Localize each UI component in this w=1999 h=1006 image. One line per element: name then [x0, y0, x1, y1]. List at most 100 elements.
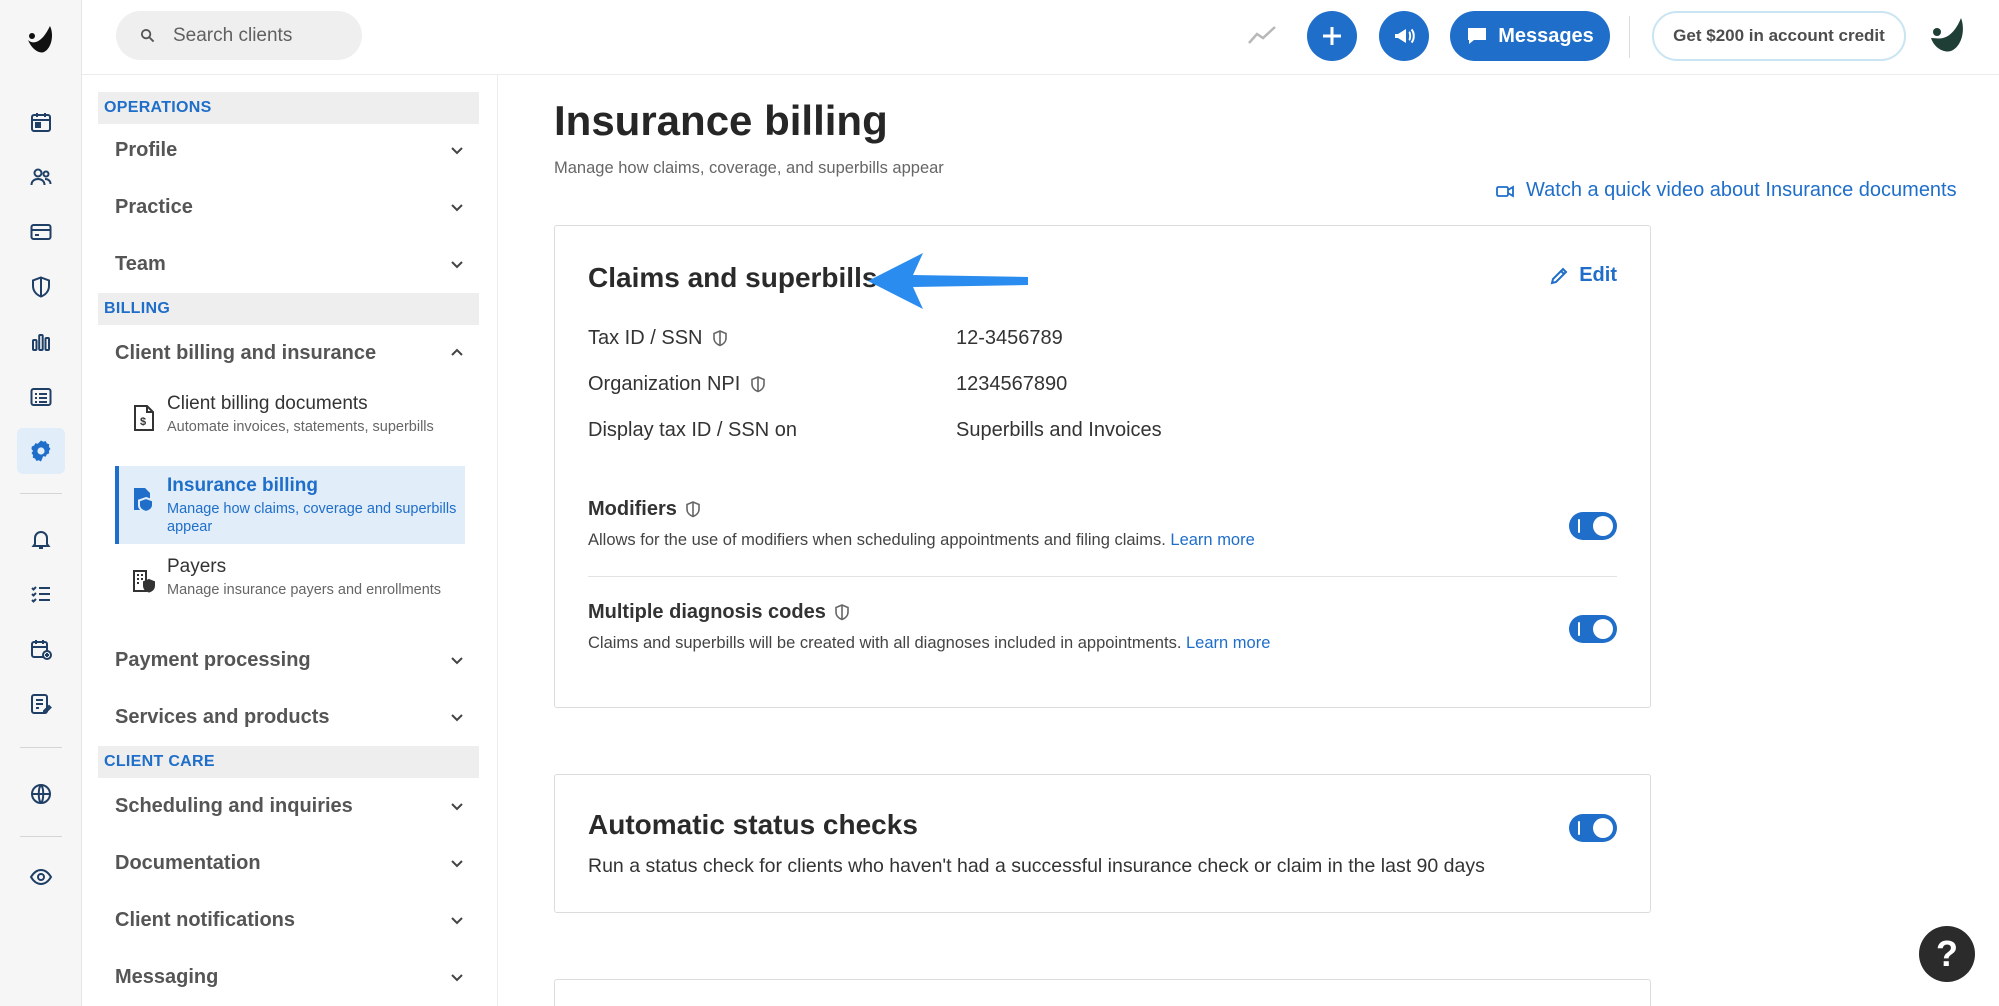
analytics-icon[interactable]: [17, 319, 65, 365]
card-description: Run a status check for clients who haven…: [588, 855, 1485, 877]
shield-icon: [686, 501, 700, 518]
chevron-down-icon: [451, 974, 463, 982]
edit-button[interactable]: Edit: [1549, 264, 1617, 287]
diagnosis-codes-toggle[interactable]: [1569, 615, 1617, 643]
row-label: Tax ID / SSN: [588, 327, 703, 349]
globe-icon[interactable]: [17, 771, 65, 817]
page-title: Insurance billing: [554, 97, 888, 144]
modifiers-toggle[interactable]: [1569, 512, 1617, 540]
shield-icon: [751, 376, 766, 393]
subitem-title: Client billing documents: [167, 393, 368, 414]
chevron-down-icon: [451, 204, 463, 212]
sidebar-item-profile[interactable]: Profile: [115, 130, 465, 170]
diagnosis-codes-title: Multiple diagnosis codes: [588, 601, 850, 624]
pencil-icon: [1550, 267, 1568, 284]
search-box[interactable]: [116, 11, 362, 60]
list-icon[interactable]: [17, 374, 65, 420]
sidebar-subitem-client-billing-documents[interactable]: $ Client billing documents Automate invo…: [115, 384, 465, 444]
section-header-operations: OPERATIONS: [98, 92, 479, 124]
next-settings-card: [554, 979, 1651, 1006]
sidebar-item-team[interactable]: Team: [115, 244, 465, 284]
card-title: Claims and superbills: [588, 262, 878, 293]
chevron-down-icon: [451, 803, 463, 811]
sidebar-item-services-products[interactable]: Services and products: [115, 697, 465, 737]
trend-icon[interactable]: [1244, 17, 1280, 53]
learn-more-link[interactable]: Learn more: [1170, 531, 1254, 549]
chevron-down-icon: [451, 657, 463, 665]
shield-icon: [713, 330, 728, 347]
chevron-down-icon: [451, 917, 463, 925]
chevron-down-icon: [451, 147, 463, 155]
invoice-document-icon: $: [134, 405, 154, 431]
avatar[interactable]: [1927, 16, 1969, 56]
account-credit-button[interactable]: Get $200 in account credit: [1652, 11, 1906, 61]
logo-icon[interactable]: [22, 22, 58, 58]
display-tax-id-label: Display tax ID / SSN on: [588, 419, 797, 442]
main-content: Insurance billing Manage how claims, cov…: [498, 75, 1999, 1006]
display-tax-id-value: Superbills and Invoices: [956, 419, 1162, 441]
search-input[interactable]: [173, 24, 343, 47]
messages-button[interactable]: Messages: [1450, 11, 1610, 61]
sidebar-subitem-insurance-billing[interactable]: Insurance billing Manage how claims, cov…: [115, 466, 465, 544]
chevron-down-icon: [451, 860, 463, 868]
sidebar-item-client-billing-insurance[interactable]: Client billing and insurance: [115, 333, 465, 373]
status-checks-toggle[interactable]: [1569, 814, 1617, 842]
modifiers-description: Allows for the use of modifiers when sch…: [588, 531, 1255, 550]
sidebar-item-payment-processing[interactable]: Payment processing: [115, 640, 465, 680]
shield-icon: [835, 604, 849, 621]
section-header-billing: BILLING: [98, 293, 479, 325]
announcements-button[interactable]: [1379, 11, 1429, 61]
option-desc: Allows for the use of modifiers when sch…: [588, 531, 1166, 549]
subitem-desc: Manage insurance payers and enrollments: [167, 582, 442, 598]
subitem-desc: Manage how claims, coverage and superbil…: [167, 501, 457, 535]
chevron-down-icon: [451, 261, 463, 269]
sidebar-item-label: Client notifications: [115, 908, 295, 931]
search-icon: [140, 28, 155, 43]
eye-icon[interactable]: [17, 854, 65, 900]
top-bar: Messages Get $200 in account credit: [82, 0, 1999, 75]
sidebar-item-label: Documentation: [115, 851, 261, 874]
video-link-label: Watch a quick video about Insurance docu…: [1526, 179, 1957, 201]
shield-icon[interactable]: [17, 264, 65, 310]
sidebar-item-label: Profile: [115, 138, 178, 161]
sidebar-item-scheduling-inquiries[interactable]: Scheduling and inquiries: [115, 786, 465, 826]
tasks-icon[interactable]: [17, 571, 65, 617]
calendar-icon[interactable]: [17, 99, 65, 145]
tax-id-label: Tax ID / SSN: [588, 327, 728, 350]
settings-gear-icon[interactable]: [17, 428, 65, 474]
page-subtitle: Manage how claims, coverage, and superbi…: [554, 159, 944, 177]
sidebar-item-documentation[interactable]: Documentation: [115, 843, 465, 883]
billing-card-icon[interactable]: [17, 209, 65, 255]
sidebar-item-label: Payment processing: [115, 648, 311, 671]
subitem-desc: Automate invoices, statements, superbill…: [167, 419, 434, 435]
modifiers-title: Modifiers: [588, 498, 701, 521]
building-shield-icon: [133, 570, 155, 593]
claims-superbills-card: Claims and superbills Edit Tax ID / SSN …: [554, 225, 1651, 708]
add-button[interactable]: [1307, 11, 1357, 61]
sidebar-item-messaging[interactable]: Messaging: [115, 957, 465, 997]
subitem-title: Insurance billing: [167, 475, 318, 496]
video-camera-icon: [1496, 184, 1514, 198]
bell-icon[interactable]: [17, 516, 65, 562]
sidebar-item-practice[interactable]: Practice: [115, 187, 465, 227]
sidebar-item-client-notifications[interactable]: Client notifications: [115, 900, 465, 940]
watch-video-link[interactable]: Watch a quick video about Insurance docu…: [1496, 179, 1957, 202]
calendar-add-icon[interactable]: [17, 626, 65, 672]
sidebar-item-label: Client billing and insurance: [115, 341, 377, 364]
sidebar-subitem-payers[interactable]: Payers Manage insurance payers and enrol…: [115, 547, 465, 607]
icon-rail: [0, 0, 82, 1006]
option-desc: Claims and superbills will be created wi…: [588, 634, 1182, 652]
learn-more-link[interactable]: Learn more: [1186, 634, 1270, 652]
help-button[interactable]: ?: [1919, 926, 1975, 982]
clients-icon[interactable]: [17, 154, 65, 200]
option-title: Multiple diagnosis codes: [588, 601, 826, 623]
notes-icon[interactable]: [17, 681, 65, 727]
diagnosis-codes-description: Claims and superbills will be created wi…: [588, 634, 1270, 653]
chevron-up-icon: [451, 348, 463, 356]
card-title: Automatic status checks: [588, 809, 918, 840]
subitem-title: Payers: [167, 556, 227, 577]
plus-icon: [1323, 27, 1341, 45]
settings-sidebar: OPERATIONS Profile Practice Team BILLING…: [82, 75, 498, 1006]
chat-icon: [1468, 28, 1487, 44]
sidebar-item-label: Practice: [115, 195, 193, 218]
